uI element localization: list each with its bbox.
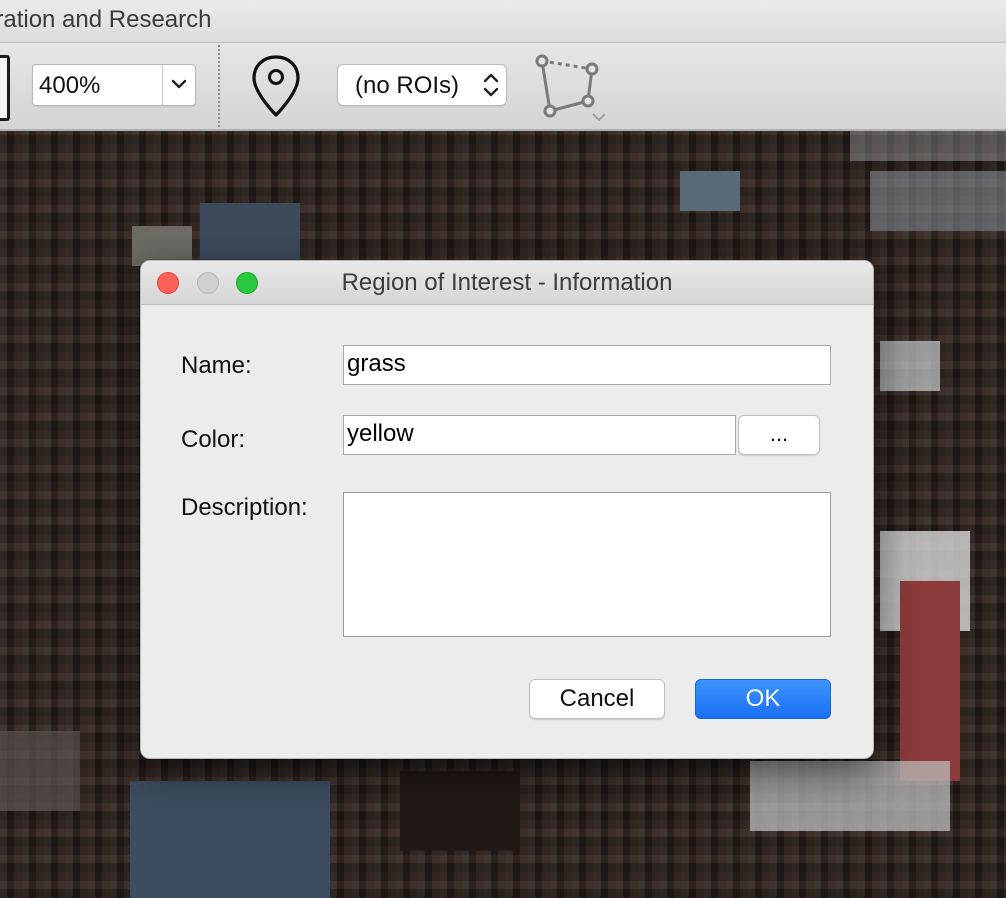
map-pin-icon bbox=[252, 55, 300, 117]
image-region bbox=[900, 581, 960, 781]
partial-tool-button[interactable] bbox=[0, 55, 10, 121]
cancel-button[interactable]: Cancel bbox=[529, 679, 665, 719]
window-title: oration and Research bbox=[0, 6, 212, 33]
image-region bbox=[400, 771, 520, 851]
polygon-roi-icon bbox=[535, 54, 606, 122]
roi-select-value[interactable]: (no ROIs) bbox=[355, 72, 459, 100]
image-region bbox=[870, 171, 1006, 231]
toolbar: 400% (no ROIs) bbox=[0, 43, 1006, 131]
zoom-dropdown-button[interactable] bbox=[162, 65, 195, 105]
roi-select[interactable]: (no ROIs) bbox=[337, 64, 507, 106]
image-region bbox=[850, 131, 1006, 161]
color-picker-button[interactable]: ... bbox=[738, 415, 820, 455]
chevron-down-icon bbox=[171, 79, 187, 89]
roi-information-dialog: Region of Interest - Information Name: g… bbox=[140, 260, 874, 759]
name-field[interactable]: grass bbox=[343, 345, 831, 385]
zoom-combo-box[interactable]: 400% bbox=[32, 64, 196, 106]
image-region bbox=[0, 731, 80, 811]
color-label: Color: bbox=[181, 426, 246, 453]
window-title-bar: oration and Research bbox=[0, 0, 1006, 43]
up-down-chevron-icon bbox=[483, 73, 499, 97]
dialog-title: Region of Interest - Information bbox=[341, 269, 673, 296]
color-field[interactable]: yellow bbox=[343, 415, 736, 455]
name-label: Name: bbox=[181, 352, 252, 379]
toolbar-separator bbox=[218, 45, 220, 127]
add-marker-button[interactable] bbox=[248, 53, 304, 121]
ok-button[interactable]: OK bbox=[695, 679, 831, 719]
dialog-title-bar[interactable]: Region of Interest - Information bbox=[141, 261, 873, 305]
description-field[interactable] bbox=[343, 492, 831, 637]
zoom-value[interactable]: 400% bbox=[39, 72, 100, 100]
image-region bbox=[880, 341, 940, 391]
app-screen: oration and Research 400% (no ROIs) Regi… bbox=[0, 0, 1006, 898]
image-region bbox=[750, 761, 950, 831]
description-label: Description: bbox=[181, 494, 308, 521]
image-region bbox=[130, 781, 330, 898]
image-region bbox=[680, 171, 740, 211]
polygon-roi-tool-button[interactable] bbox=[530, 51, 612, 127]
